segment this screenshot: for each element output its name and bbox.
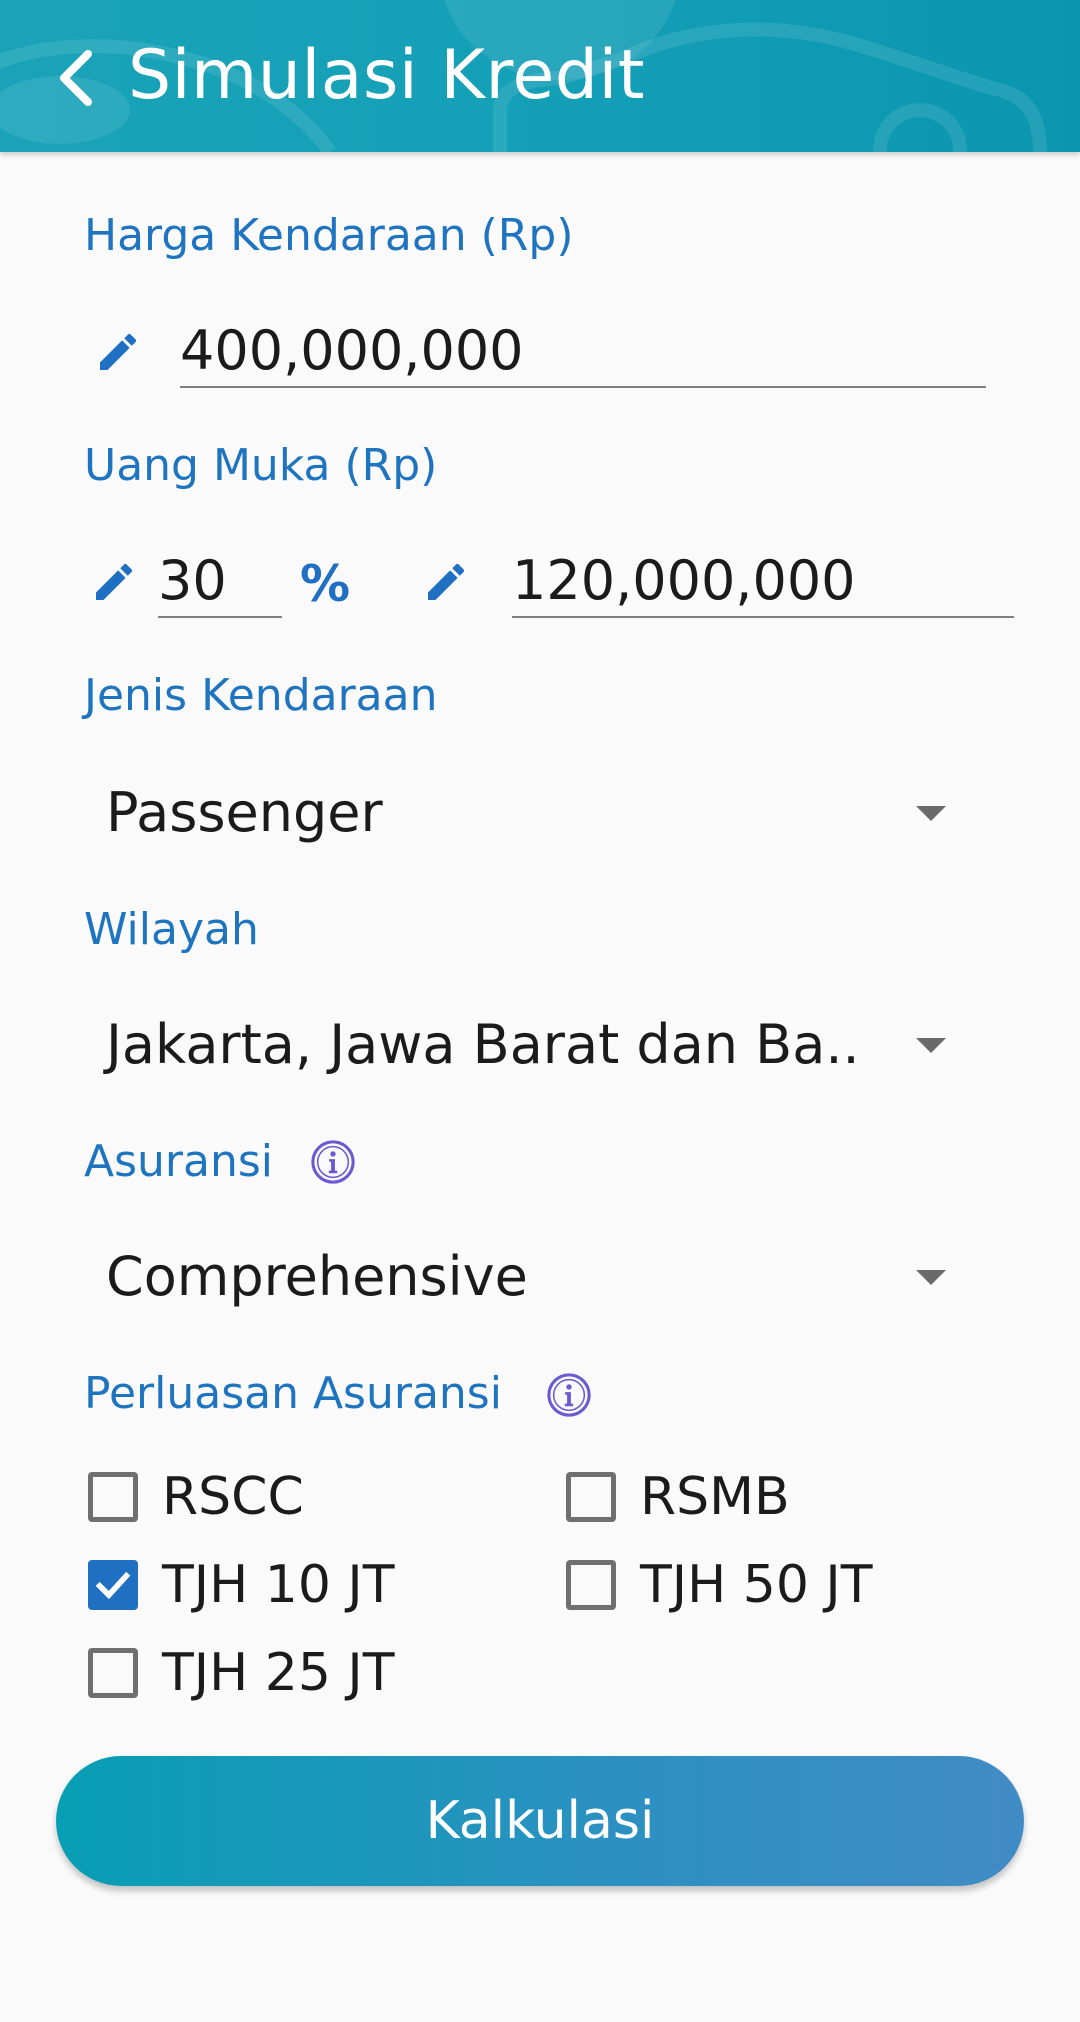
- kalkulasi-button[interactable]: Kalkulasi: [56, 1756, 1024, 1886]
- checkbox-box[interactable]: [88, 1472, 138, 1522]
- wilayah-selected: Jakarta, Jawa Barat dan Ba..: [106, 1013, 860, 1076]
- checkbox-box-checked[interactable]: [88, 1560, 138, 1610]
- page-title: Simulasi Kredit: [128, 36, 646, 115]
- app-bar: Simulasi Kredit: [0, 0, 1080, 152]
- info-icon[interactable]: [310, 1139, 356, 1185]
- checkbox-label: TJH 50 JT: [640, 1555, 873, 1615]
- harga-kendaraan-input[interactable]: [180, 314, 986, 388]
- jenis-kendaraan-label: Jenis Kendaraan: [84, 670, 438, 721]
- back-arrow-icon: [60, 50, 92, 106]
- perluasan-asuransi-label: Perluasan Asuransi: [84, 1368, 502, 1419]
- pencil-icon: [100, 333, 137, 370]
- checkbox-tjh-50-jt[interactable]: TJH 50 JT: [566, 1550, 873, 1620]
- jenis-kendaraan-dropdown[interactable]: Passenger: [84, 768, 964, 858]
- asuransi-dropdown[interactable]: Comprehensive: [84, 1232, 964, 1322]
- percent-symbol: %: [300, 555, 351, 613]
- wilayah-dropdown[interactable]: Jakarta, Jawa Barat dan Ba..: [84, 1000, 964, 1090]
- checkbox-label: TJH 10 JT: [162, 1555, 395, 1615]
- checkbox-box[interactable]: [566, 1472, 616, 1522]
- checkbox-label: TJH 25 JT: [162, 1643, 395, 1703]
- checkbox-rsmb[interactable]: RSMB: [566, 1462, 790, 1532]
- harga-kendaraan-label: Harga Kendaraan (Rp): [84, 210, 574, 261]
- checkbox-box[interactable]: [566, 1560, 616, 1610]
- uang-muka-amount-input[interactable]: [512, 544, 1014, 618]
- uang-muka-label: Uang Muka (Rp): [84, 440, 438, 491]
- asuransi-selected: Comprehensive: [106, 1245, 528, 1308]
- checkmark-icon: [95, 1571, 131, 1600]
- checkbox-box[interactable]: [88, 1648, 138, 1698]
- checkbox-label: RSMB: [640, 1467, 790, 1527]
- dropdown-arrow-icon: [916, 1270, 946, 1285]
- pencil-icon: [96, 563, 133, 600]
- checkbox-tjh-10-jt[interactable]: TJH 10 JT: [88, 1550, 395, 1620]
- jenis-kendaraan-selected: Passenger: [106, 781, 383, 844]
- wilayah-label: Wilayah: [84, 904, 259, 955]
- dropdown-arrow-icon: [916, 1038, 946, 1053]
- checkbox-label: RSCC: [162, 1467, 304, 1527]
- dropdown-arrow-icon: [916, 806, 946, 821]
- checkbox-tjh-25-jt[interactable]: TJH 25 JT: [88, 1638, 395, 1708]
- back-button[interactable]: [44, 40, 108, 116]
- asuransi-label: Asuransi: [84, 1136, 273, 1187]
- pencil-icon: [428, 563, 465, 600]
- info-icon[interactable]: [546, 1372, 592, 1418]
- checkbox-rscc[interactable]: RSCC: [88, 1462, 304, 1532]
- uang-muka-percent-input[interactable]: [158, 544, 282, 618]
